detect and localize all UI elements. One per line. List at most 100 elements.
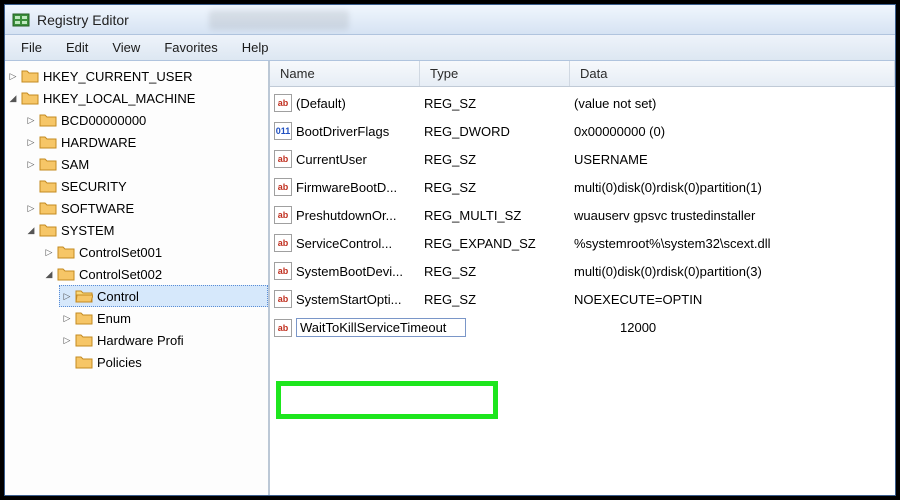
expander-icon[interactable]: ▷ [61, 334, 73, 346]
menu-favorites[interactable]: Favorites [154, 37, 227, 58]
tree-node-security[interactable]: ▷SECURITY [23, 175, 268, 197]
value-name-edit-input[interactable] [296, 318, 466, 337]
list-row[interactable]: abCurrentUserREG_SZUSERNAME [270, 145, 895, 173]
titlebar[interactable]: Registry Editor [5, 5, 895, 35]
menu-help[interactable]: Help [232, 37, 279, 58]
expander-icon[interactable]: ▷ [25, 136, 37, 148]
value-name: ServiceControl... [296, 236, 392, 251]
value-name: SystemBootDevi... [296, 264, 403, 279]
folder-icon [21, 68, 39, 84]
value-name: SystemStartOpti... [296, 292, 401, 307]
folder-icon [39, 222, 57, 238]
value-data: %systemroot%\system32\scext.dll [574, 236, 891, 251]
tree-label: Control [97, 289, 139, 304]
list-row[interactable]: abPreshutdownOr...REG_MULTI_SZwuauserv g… [270, 201, 895, 229]
value-data: multi(0)disk(0)rdisk(0)partition(1) [574, 180, 891, 195]
folder-icon [57, 244, 75, 260]
string-value-icon: ab [274, 150, 292, 168]
folder-icon [39, 156, 57, 172]
values-list-pane[interactable]: Name Type Data ab(Default)REG_SZ(value n… [270, 61, 895, 495]
folder-icon [39, 112, 57, 128]
tree-node-policies[interactable]: ▷Policies [59, 351, 268, 373]
expander-icon[interactable]: ▷ [7, 70, 19, 82]
value-data: wuauserv gpsvc trustedinstaller [574, 208, 891, 223]
tree-label: HKEY_CURRENT_USER [43, 69, 193, 84]
expander-icon[interactable]: ▷ [61, 312, 73, 324]
string-value-icon: ab [274, 290, 292, 308]
string-value-icon: ab [274, 206, 292, 224]
list-row[interactable]: 011BootDriverFlagsREG_DWORD0x00000000 (0… [270, 117, 895, 145]
expander-icon[interactable]: ▷ [25, 158, 37, 170]
tree-pane[interactable]: ▷ HKEY_CURRENT_USER ◢ HKEY_LOCAL_MACHINE… [5, 61, 270, 495]
tree-label: SYSTEM [61, 223, 114, 238]
expander-icon[interactable]: ◢ [25, 224, 37, 236]
list-header: Name Type Data [270, 61, 895, 87]
tree-node-control[interactable]: ▷ Control [59, 285, 268, 307]
folder-icon [75, 332, 93, 348]
value-name: (Default) [296, 96, 346, 111]
value-type: REG_DWORD [424, 124, 574, 139]
menu-edit[interactable]: Edit [56, 37, 98, 58]
expander-icon[interactable]: ◢ [43, 268, 55, 280]
column-header-name[interactable]: Name [270, 61, 420, 86]
tree-label: Hardware Profi [97, 333, 184, 348]
value-name: BootDriverFlags [296, 124, 389, 139]
tree-node-hardware[interactable]: ▷ HARDWARE [23, 131, 268, 153]
app-icon [11, 10, 31, 30]
expander-icon[interactable]: ▷ [25, 114, 37, 126]
tree-label: SOFTWARE [61, 201, 134, 216]
tree-label: HKEY_LOCAL_MACHINE [43, 91, 195, 106]
value-type: REG_SZ [424, 292, 574, 307]
tree-node-software[interactable]: ▷ SOFTWARE [23, 197, 268, 219]
titlebar-blur-region [209, 10, 349, 30]
menu-file[interactable]: File [11, 37, 52, 58]
menubar: File Edit View Favorites Help [5, 35, 895, 61]
expander-icon[interactable]: ▷ [43, 246, 55, 258]
value-type: REG_MULTI_SZ [424, 208, 574, 223]
window-title: Registry Editor [37, 12, 129, 28]
watermark-logo-icon [755, 450, 797, 488]
column-header-type[interactable]: Type [420, 61, 570, 86]
content-area: ▷ HKEY_CURRENT_USER ◢ HKEY_LOCAL_MACHINE… [5, 61, 895, 495]
column-header-data[interactable]: Data [570, 61, 895, 86]
tree-node-cs002[interactable]: ◢ControlSet002 [41, 263, 268, 285]
value-type: REG_SZ [424, 96, 574, 111]
value-type: REG_SZ [424, 152, 574, 167]
expander-icon[interactable]: ▷ [25, 202, 37, 214]
value-data: multi(0)disk(0)rdisk(0)partition(3) [574, 264, 891, 279]
expander-icon[interactable]: ▷ [61, 290, 73, 302]
value-type: REG_SZ [424, 264, 574, 279]
menu-view[interactable]: View [102, 37, 150, 58]
expander-icon[interactable]: ◢ [7, 92, 19, 104]
list-row[interactable]: abServiceControl...REG_EXPAND_SZ%systemr… [270, 229, 895, 257]
list-row[interactable]: abSystemBootDevi...REG_SZmulti(0)disk(0)… [270, 257, 895, 285]
folder-icon [75, 310, 93, 326]
tree-node-hkcu[interactable]: ▷ HKEY_CURRENT_USER [5, 65, 268, 87]
list-row[interactable]: abFirmwareBootD...REG_SZmulti(0)disk(0)r… [270, 173, 895, 201]
tree-label: HARDWARE [61, 135, 136, 150]
value-type: REG_EXPAND_SZ [424, 236, 574, 251]
folder-icon [21, 90, 39, 106]
watermark: 系统之家 xitongzhijia.net [755, 450, 890, 488]
watermark-text-url: xitongzhijia.net [803, 472, 890, 485]
value-data: 0x00000000 (0) [574, 124, 891, 139]
tree-node-system[interactable]: ◢ SYSTEM [23, 219, 268, 241]
tree-label: Enum [97, 311, 131, 326]
tree-label: SECURITY [61, 179, 127, 194]
tree-node-cs001[interactable]: ▷ControlSet001 [41, 241, 268, 263]
tree-node-enum[interactable]: ▷ Enum [59, 307, 268, 329]
tree-node-hwprof[interactable]: ▷ Hardware Profi [59, 329, 268, 351]
folder-icon [39, 200, 57, 216]
list-row[interactable]: ab (Default) REG_SZ(value not set) [270, 89, 895, 117]
tree-node-bcd[interactable]: ▷BCD00000000 [23, 109, 268, 131]
folder-icon [75, 354, 93, 370]
list-body: ab(Default)REG_SZ(value not set)011BootD… [270, 87, 895, 344]
tree-node-sam[interactable]: ▷ SAM [23, 153, 268, 175]
value-data: (value not set) [574, 96, 891, 111]
list-row-editing[interactable]: ab12000 [270, 313, 895, 342]
string-value-icon: ab [274, 94, 292, 112]
tree-node-hklm[interactable]: ◢ HKEY_LOCAL_MACHINE [5, 87, 268, 109]
string-value-icon: ab [274, 319, 292, 337]
tree-label: SAM [61, 157, 89, 172]
list-row[interactable]: abSystemStartOpti...REG_SZ NOEXECUTE=OPT… [270, 285, 895, 313]
